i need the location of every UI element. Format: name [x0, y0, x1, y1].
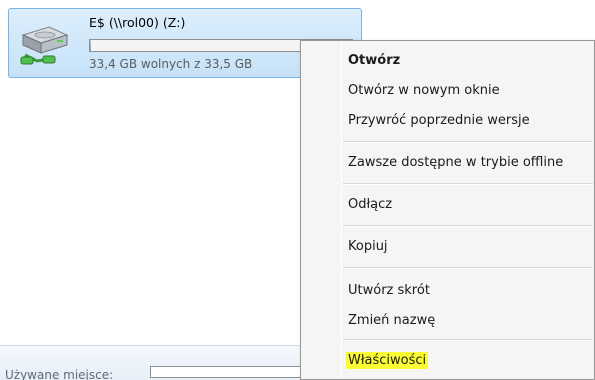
- menu-separator: [343, 225, 593, 227]
- context-menu: Otwórz Otwórz w nowym oknie Przywróć pop…: [300, 40, 595, 380]
- drive-free-space: 33,4 GB wolnych z 33,5 GB: [89, 57, 253, 71]
- menu-item-always-offline[interactable]: Zawsze dostępne w trybie offline: [301, 151, 595, 175]
- menu-item-label: Kopiuj: [348, 239, 388, 254]
- menu-item-rename[interactable]: Zmień nazwę: [301, 309, 595, 333]
- menu-item-restore-versions[interactable]: Przywróć poprzednie wersje: [301, 109, 595, 133]
- menu-item-open-new-window[interactable]: Otwórz w nowym oknie: [301, 79, 595, 103]
- menu-item-label: Otwórz: [348, 53, 401, 68]
- menu-item-label: Utwórz skrót: [348, 283, 430, 298]
- drive-usage-fill: [90, 40, 91, 51]
- menu-item-label: Zmień nazwę: [348, 313, 436, 328]
- used-space-bar: [150, 366, 320, 378]
- menu-item-label: Przywróć poprzednie wersje: [348, 113, 530, 128]
- explorer-view: E$ (\\rol00) (Z:) 33,4 GB wolnych z 33,5…: [0, 0, 595, 380]
- menu-item-copy[interactable]: Kopiuj: [301, 235, 595, 259]
- menu-item-properties[interactable]: Właściwości: [301, 349, 595, 373]
- menu-separator: [343, 339, 593, 341]
- menu-item-open[interactable]: Otwórz: [301, 49, 595, 73]
- menu-item-label: Właściwości: [346, 352, 429, 369]
- network-drive-icon: [20, 26, 69, 65]
- menu-separator: [343, 141, 593, 143]
- menu-separator: [343, 183, 593, 185]
- menu-item-disconnect[interactable]: Odłącz: [301, 193, 595, 217]
- used-space-label: Używane miejsce:: [5, 368, 114, 380]
- drive-name: E$ (\\rol00) (Z:): [89, 15, 186, 30]
- menu-item-label: Zawsze dostępne w trybie offline: [348, 155, 564, 170]
- menu-item-create-shortcut[interactable]: Utwórz skrót: [301, 279, 595, 303]
- menu-item-label: Otwórz w nowym oknie: [348, 83, 500, 98]
- menu-separator: [343, 267, 593, 269]
- menu-item-label: Odłącz: [348, 197, 393, 212]
